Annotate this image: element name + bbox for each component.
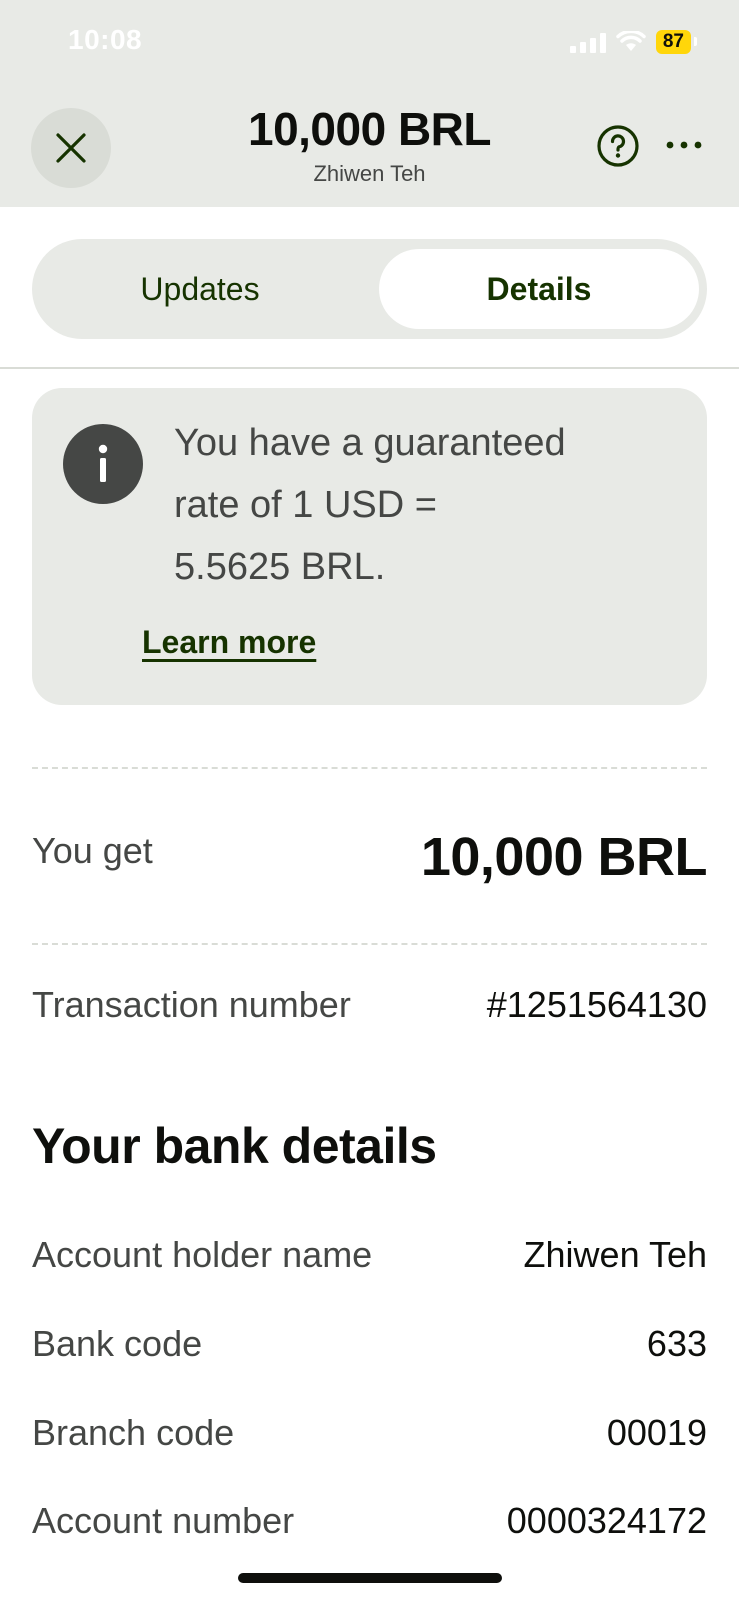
- account-holder-value: Zhiwen Teh: [523, 1234, 707, 1275]
- rate-message-line: rate of 1 USD =: [174, 484, 437, 526]
- more-options-icon[interactable]: [664, 130, 704, 160]
- top-bar: 10:08 87 10,000 BRL Zhiwen Teh: [0, 0, 739, 207]
- info-icon: [63, 424, 143, 504]
- account-number-value: 0000324172: [506, 1500, 707, 1541]
- rate-message-line: 5.5625 BRL.: [174, 546, 386, 588]
- rate-message-line: You have a guaranteed: [174, 422, 566, 464]
- account-holder-label: Account holder name: [32, 1234, 373, 1275]
- transaction-number-value: #1251564130: [486, 984, 707, 1025]
- wifi-icon: [616, 31, 646, 51]
- account-number-label: Account number: [32, 1500, 295, 1541]
- rate-info-card: You have a guaranteed rate of 1 USD = 5.…: [32, 388, 707, 705]
- you-get-amount: 10,000 BRL: [420, 827, 708, 887]
- you-get-label: You get: [32, 830, 153, 871]
- signal-icon: [569, 31, 606, 53]
- dashed-divider: [32, 943, 707, 945]
- bank-code-label: Bank code: [32, 1323, 203, 1364]
- battery-indicator: 87: [655, 30, 698, 54]
- rate-message: You have a guaranteed rate of 1 USD = 5.…: [174, 412, 644, 598]
- branch-code-value: 00019: [606, 1412, 707, 1453]
- bank-details-title: Your bank details: [32, 1118, 437, 1174]
- status-icons: 87: [569, 28, 698, 56]
- divider: [0, 367, 739, 369]
- bank-code-value: 633: [646, 1323, 707, 1364]
- home-indicator: [238, 1573, 502, 1583]
- tab-switcher: Updates Details: [32, 239, 707, 339]
- transaction-number-label: Transaction number: [32, 984, 351, 1025]
- tab-updates[interactable]: Updates: [40, 249, 360, 329]
- dashed-divider: [32, 767, 707, 769]
- branch-code-label: Branch code: [32, 1412, 235, 1453]
- tab-details[interactable]: Details: [379, 249, 699, 329]
- status-time: 10:08: [68, 24, 143, 55]
- help-icon[interactable]: [596, 124, 640, 168]
- learn-more-link[interactable]: Learn more: [142, 624, 316, 661]
